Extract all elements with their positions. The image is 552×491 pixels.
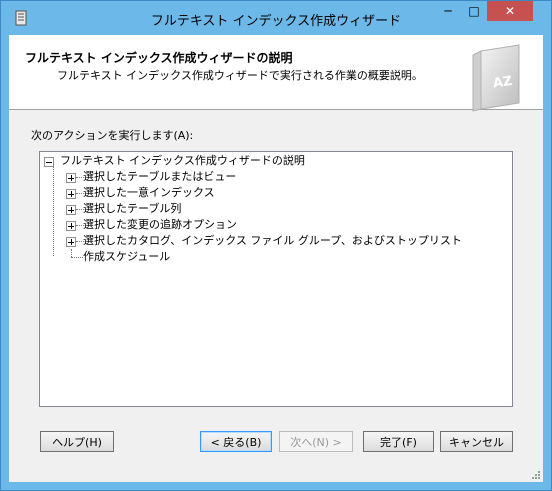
tree-item-label: 選択した一意インデックス	[83, 186, 215, 199]
book-icon: AZ	[467, 41, 527, 113]
title-bar[interactable]: フルテキスト インデックス作成ウィザード ─ □ ✕	[1, 1, 551, 35]
dialog-body: フルテキスト インデックス作成ウィザードの説明 フルテキスト インデックス作成ウ…	[9, 35, 543, 482]
wizard-header: フルテキスト インデックス作成ウィザードの説明 フルテキスト インデックス作成ウ…	[9, 35, 543, 113]
next-button[interactable]: 次へ(N) >	[279, 431, 353, 452]
tree-item-tables[interactable]: 選択したテーブルまたはビュー	[66, 169, 236, 185]
finish-button[interactable]: 完了(F)	[363, 431, 434, 452]
tree-guide-line	[53, 167, 54, 256]
maximize-button[interactable]: □	[461, 1, 487, 21]
help-button[interactable]: ヘルプ(H)	[40, 431, 114, 452]
header-title: フルテキスト インデックス作成ウィザードの説明	[25, 51, 293, 65]
expand-icon[interactable]	[66, 221, 76, 231]
tree-item-unique-index[interactable]: 選択した一意インデックス	[66, 185, 215, 201]
tree-root[interactable]: フルテキスト インデックス作成ウィザードの説明	[44, 153, 305, 169]
resize-grip-icon[interactable]	[531, 470, 541, 480]
actions-label: 次のアクションを実行します(A):	[31, 129, 194, 142]
back-button[interactable]: < 戻る(B)	[200, 431, 272, 452]
book-graphic-text: AZ	[492, 74, 513, 92]
tree-item-label: 作成スケジュール	[83, 250, 171, 263]
tree-item-schedule[interactable]: 作成スケジュール	[66, 249, 170, 265]
expand-icon[interactable]	[66, 173, 76, 183]
tree-item-change-tracking[interactable]: 選択した変更の追跡オプション	[66, 217, 237, 233]
close-button[interactable]: ✕	[487, 1, 533, 21]
minimize-button[interactable]: ─	[435, 1, 461, 21]
tree-root-label: フルテキスト インデックス作成ウィザードの説明	[60, 154, 305, 167]
tree-item-label: 選択したテーブル列	[83, 202, 182, 215]
actions-tree[interactable]: フルテキスト インデックス作成ウィザードの説明 選択したテーブルまたはビュー 選…	[39, 151, 513, 407]
tree-item-label: 選択したテーブルまたはビュー	[83, 170, 237, 183]
expand-icon[interactable]	[66, 237, 76, 247]
collapse-icon[interactable]	[44, 157, 54, 167]
expand-icon[interactable]	[66, 189, 76, 199]
expand-icon[interactable]	[66, 205, 76, 215]
tree-item-label: 選択したカタログ、インデックス ファイル グループ、およびストップリスト	[83, 234, 462, 247]
cancel-button[interactable]: キャンセル	[440, 431, 513, 452]
tree-item-label: 選択した変更の追跡オプション	[83, 218, 237, 231]
wizard-window: フルテキスト インデックス作成ウィザード ─ □ ✕ フルテキスト インデックス…	[0, 0, 552, 491]
tree-item-catalog[interactable]: 選択したカタログ、インデックス ファイル グループ、およびストップリスト	[66, 233, 462, 249]
header-subtitle: フルテキスト インデックス作成ウィザードで実行される作業の概要説明。	[57, 69, 423, 82]
tree-item-columns[interactable]: 選択したテーブル列	[66, 201, 181, 217]
